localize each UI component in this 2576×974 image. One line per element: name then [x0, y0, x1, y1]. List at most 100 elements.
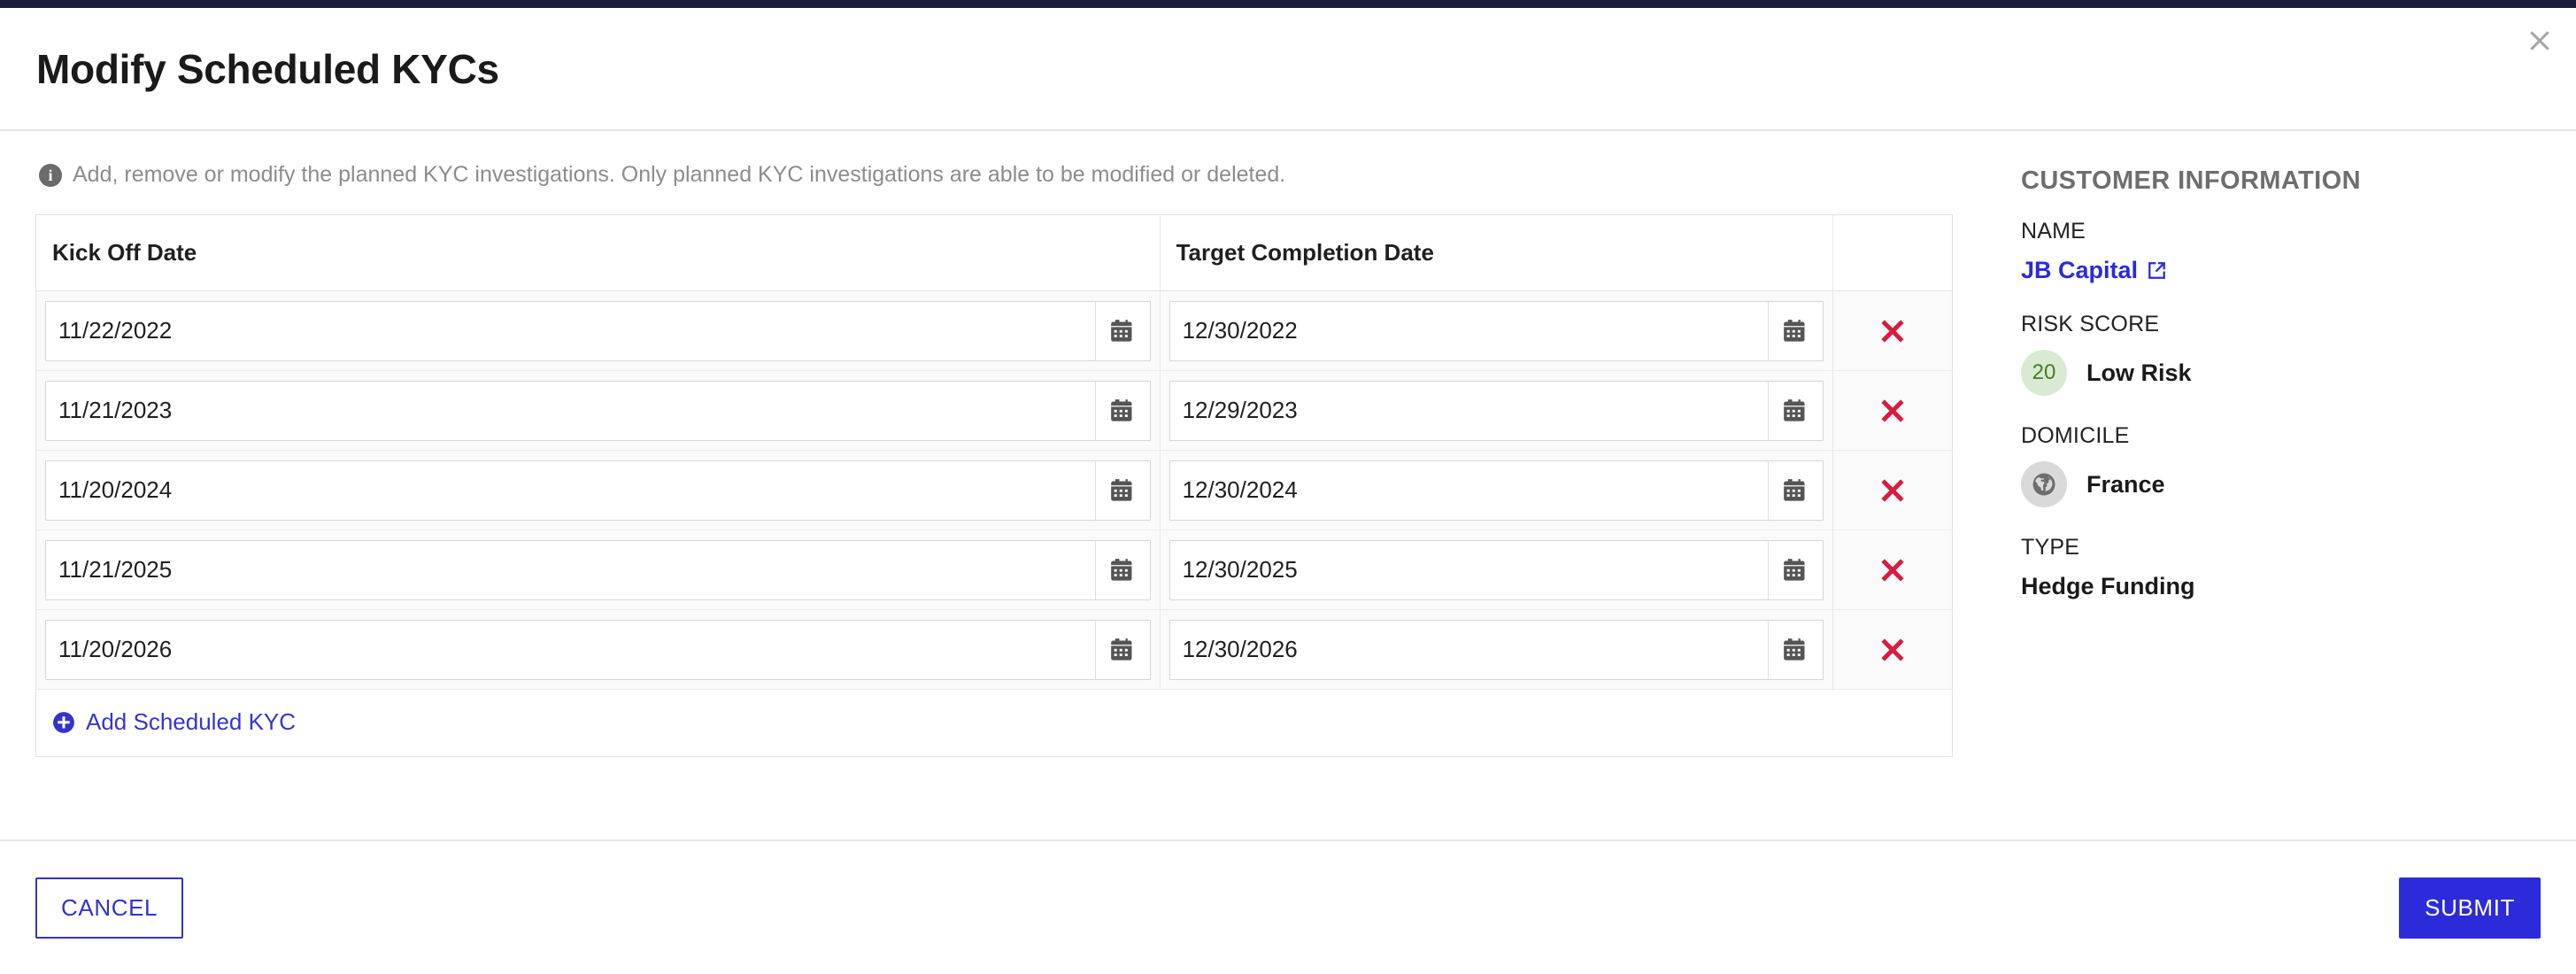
delete-row-button[interactable] — [1870, 628, 1915, 672]
app-top-bar — [0, 0, 2576, 8]
kick-off-date-group — [45, 460, 1151, 521]
external-link-icon — [2148, 262, 2165, 279]
kick-off-date-group — [45, 539, 1151, 600]
cancel-button[interactable]: CANCEL — [35, 877, 184, 939]
table-body: Add Scheduled KYC — [35, 290, 1953, 757]
calendar-icon-glyph — [1111, 638, 1132, 661]
calendar-icon[interactable] — [1767, 540, 1823, 599]
calendar-icon[interactable] — [1767, 460, 1823, 520]
delete-row-button[interactable] — [1870, 548, 1915, 592]
info-message: i Add, remove or modify the planned KYC … — [39, 161, 1961, 189]
target-completion-date-group — [1168, 300, 1824, 361]
customer-information-panel: CUSTOMER INFORMATION NAME JB Capital RIS… — [1961, 161, 2541, 839]
globe-icon — [2021, 461, 2067, 507]
x-delete-icon-glyph — [1881, 479, 1904, 502]
table-cell-delete — [1832, 530, 1953, 611]
table-header-row: Kick Off Date Target Completion Date — [35, 214, 1953, 292]
close-icon-glyph — [2530, 31, 2549, 50]
type-value: Hedge Funding — [2021, 573, 2195, 599]
calendar-icon-glyph — [1784, 558, 1805, 581]
calendar-icon[interactable] — [1094, 301, 1150, 360]
domicile-value: France — [2086, 470, 2165, 498]
table-row — [35, 450, 1953, 531]
globe-icon-glyph — [2032, 473, 2055, 496]
risk-score-badge: 20 Low Risk — [2021, 350, 2541, 396]
column-header-target-completion-date: Target Completion Date — [1160, 214, 1833, 292]
domicile-label: DOMICILE — [2021, 423, 2130, 448]
table-cell-target-completion — [1160, 450, 1833, 531]
table-cell-delete — [1832, 290, 1953, 372]
modify-scheduled-kycs-modal: Modify Scheduled KYCs i Add, remove or m… — [0, 8, 2576, 974]
kick-off-date-input[interactable] — [46, 540, 1095, 599]
target-completion-date-group — [1168, 460, 1824, 521]
table-cell-delete — [1832, 370, 1953, 452]
calendar-icon-glyph — [1111, 398, 1132, 421]
table-cell-delete — [1832, 450, 1953, 531]
kick-off-date-group — [45, 380, 1151, 441]
risk-score-label: RISK SCORE — [2021, 312, 2160, 336]
kick-off-date-group — [45, 300, 1151, 361]
calendar-icon[interactable] — [1767, 620, 1823, 679]
table-cell-kick-off — [35, 290, 1161, 372]
target-completion-date-input[interactable] — [1169, 540, 1768, 599]
calendar-icon-glyph — [1111, 558, 1132, 581]
type-label: TYPE — [2021, 535, 2080, 560]
customer-name-link[interactable]: JB Capital — [2021, 257, 2168, 284]
kick-off-date-input[interactable] — [46, 460, 1095, 520]
info-circle-icon: i — [39, 164, 62, 187]
scheduled-kyc-table: Kick Off Date Target Completion Date Add… — [35, 214, 1953, 758]
calendar-icon[interactable] — [1094, 540, 1150, 599]
x-delete-icon-glyph — [1881, 320, 1904, 343]
customer-name-value: JB Capital — [2021, 257, 2139, 283]
table-row — [35, 290, 1953, 372]
x-delete-icon-glyph — [1881, 559, 1904, 582]
x-delete-icon-glyph — [1881, 399, 1904, 422]
table-cell-target-completion — [1160, 530, 1833, 611]
calendar-icon-glyph — [1784, 478, 1805, 501]
modal-body: i Add, remove or modify the planned KYC … — [0, 131, 2576, 839]
column-header-kick-off-date: Kick Off Date — [35, 214, 1161, 292]
calendar-icon-glyph — [1784, 638, 1805, 661]
calendar-icon-glyph — [1111, 478, 1132, 501]
kick-off-date-input[interactable] — [46, 301, 1095, 360]
calendar-icon[interactable] — [1094, 381, 1150, 440]
target-completion-date-input[interactable] — [1169, 381, 1768, 440]
table-cell-kick-off — [35, 450, 1161, 531]
customer-name-label: NAME — [2021, 219, 2086, 244]
delete-row-button[interactable] — [1870, 389, 1915, 433]
calendar-icon[interactable] — [1767, 381, 1823, 440]
target-completion-date-input[interactable] — [1169, 620, 1768, 679]
customer-information-title: CUSTOMER INFORMATION — [2021, 166, 2361, 195]
close-icon[interactable] — [2519, 20, 2560, 61]
table-cell-target-completion — [1160, 609, 1833, 691]
target-completion-date-group — [1168, 619, 1824, 680]
add-scheduled-kyc-button[interactable]: Add Scheduled KYC — [52, 708, 296, 736]
add-scheduled-kyc-label: Add Scheduled KYC — [86, 708, 297, 735]
table-row — [35, 530, 1953, 611]
delete-row-button[interactable] — [1870, 468, 1915, 513]
calendar-icon-glyph — [1784, 398, 1805, 421]
table-cell-delete — [1832, 609, 1953, 691]
domicile-field: DOMICILE France — [2021, 423, 2541, 507]
target-completion-date-group — [1168, 539, 1824, 600]
calendar-icon[interactable] — [1094, 620, 1150, 679]
calendar-icon[interactable] — [1767, 301, 1823, 360]
table-row — [35, 370, 1953, 452]
target-completion-date-input[interactable] — [1169, 301, 1768, 360]
calendar-icon-glyph — [1784, 319, 1805, 342]
add-row: Add Scheduled KYC — [35, 689, 1953, 757]
table-cell-kick-off — [35, 370, 1161, 452]
modal-header: Modify Scheduled KYCs — [0, 8, 2576, 131]
table-row — [35, 609, 1953, 691]
kick-off-date-input[interactable] — [46, 381, 1095, 440]
kick-off-date-input[interactable] — [46, 620, 1095, 679]
add-row-cell: Add Scheduled KYC — [35, 689, 1953, 757]
calendar-icon[interactable] — [1094, 460, 1150, 520]
kick-off-date-group — [45, 619, 1151, 680]
schedule-editor-section: i Add, remove or modify the planned KYC … — [35, 161, 1961, 839]
table-cell-kick-off — [35, 609, 1161, 691]
delete-row-button[interactable] — [1870, 309, 1915, 353]
plus-circle-icon — [53, 711, 74, 733]
target-completion-date-input[interactable] — [1169, 460, 1768, 520]
submit-button[interactable]: SUBMIT — [2399, 877, 2541, 939]
